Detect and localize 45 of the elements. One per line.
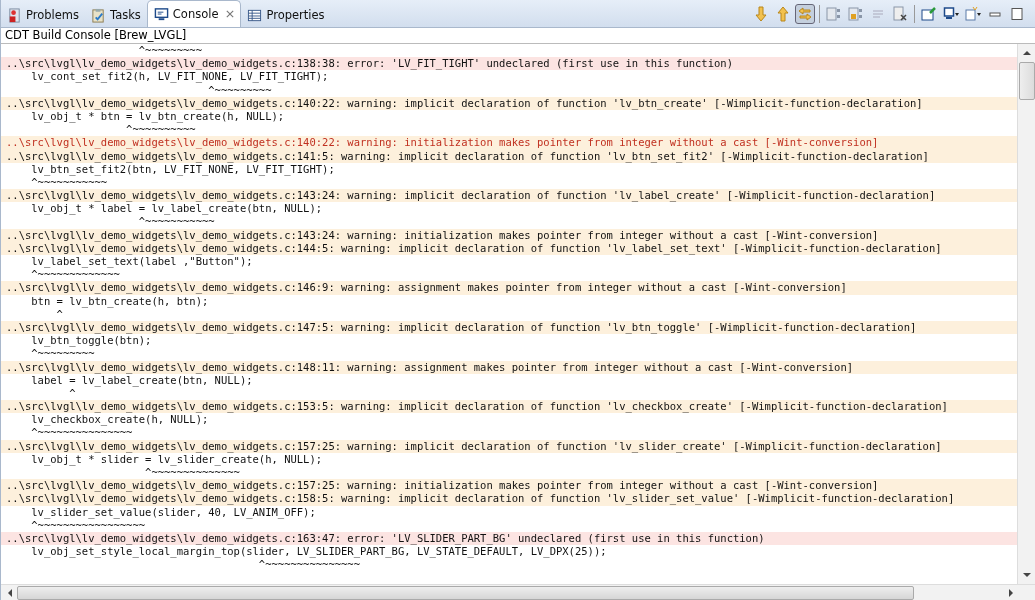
caret-marker-line: ^~~~~~~~~~~ [125, 123, 197, 137]
code-line: label = lv_label_create(btn, NULL); [31, 373, 253, 387]
code-line: lv_obj_t * slider = lv_slider_create(h, NULL); [31, 452, 323, 466]
code-line: lv_btn_toggle(btn); [30, 334, 153, 348]
clear-icon[interactable] [890, 3, 910, 24]
view-tab[interactable]: Properties [241, 3, 331, 27]
close-icon[interactable] [226, 10, 235, 18]
view-tab[interactable]: Console [146, 0, 242, 27]
scrollbar-thumb[interactable] [17, 585, 914, 600]
problems-icon [7, 7, 22, 23]
caret-marker-line: ^~~~~~~~~~ [30, 347, 96, 361]
scroll-down-icon[interactable] [1022, 572, 1031, 578]
caret-marker-line: ^ [68, 386, 77, 401]
code-line: btn = lv_btn_create(h, btn); [30, 294, 210, 308]
scroll-right-icon[interactable] [1008, 588, 1014, 597]
caret-marker-line: ^~~~~~~~~~~~~~~ [144, 466, 241, 480]
vertical-scrollbar[interactable] [1017, 44, 1035, 584]
view-tab[interactable]: Tasks [85, 3, 147, 27]
caret-marker-line: ^~~~~~~~~~~~ [30, 175, 108, 190]
horizontal-scrollbar[interactable] [1, 584, 1035, 600]
code-line: lv_checkbox_create(h, NULL); [30, 413, 210, 427]
code-line: lv_label_set_text(label ,"Button"); [30, 255, 254, 269]
code-line: lv_slider_set_value(slider, 40, LV_ANIM_OFF); [30, 505, 317, 519]
console-title: CDT Build Console [Brew_LVGL] [1, 28, 1035, 44]
code-line: lv_obj_set_style_local_margin_top(slider, LV_SLIDER_PART_BG, LV_STATE_DEFAULT, LV_DPX(25)); [30, 545, 608, 559]
caret-marker-line: ^~~~~~~~~~~~~~~~ [30, 426, 134, 440]
table-icon [247, 7, 263, 23]
scroll-up-icon[interactable] [1022, 50, 1031, 56]
code-line: lv_obj_t * label = lv_label_create(btn, NULL); [30, 202, 324, 216]
caret-marker-line: ^~~~~~~~~~ [137, 44, 203, 58]
scrollbar-thumb[interactable] [1018, 62, 1035, 100]
caret-marker-line: ^~~~~~~~~~~~~~~~ [257, 558, 361, 572]
code-line: lv_cont_set_fit2(h, LV_FIT_NONE, LV_FIT_TIGHT); [30, 70, 330, 84]
view-tab[interactable]: Problems [1, 3, 85, 27]
scroll-left-icon[interactable] [7, 588, 13, 597]
caret-marker-line: ^~~~~~~~~~ [207, 83, 273, 97]
code-line: lv_btn_set_fit2(btn, LV_FIT_NONE, LV_FIT_TIGHT); [31, 162, 336, 176]
clipboard-icon [91, 7, 106, 23]
caret-marker-line: ^~~~~~~~~~~~~~ [30, 268, 121, 282]
caret-marker-line: ^~~~~~~~~~~~~~~~~~ [30, 518, 146, 532]
caret-marker-line: ^ [55, 307, 64, 321]
caret-marker-line: ^~~~~~~~~~~~ [137, 215, 216, 229]
code-line: lv_obj_t * btn = lv_btn_create(h, NULL); [31, 109, 285, 124]
link-toggle-icon[interactable] [795, 3, 815, 24]
monitor-icon [153, 6, 169, 22]
